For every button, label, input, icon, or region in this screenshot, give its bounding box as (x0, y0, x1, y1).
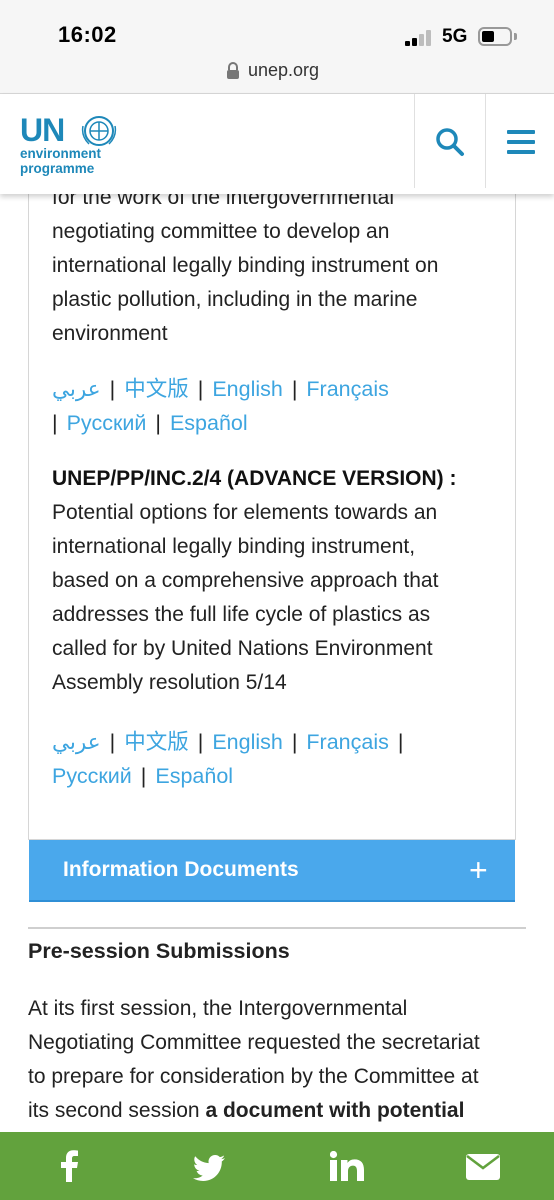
link-spanish[interactable]: Español (155, 764, 233, 788)
text-line: its second session (28, 1099, 206, 1122)
browser-url-bar[interactable]: unep.org (0, 56, 554, 94)
link-french[interactable]: Français (306, 730, 388, 754)
language-links: | Русский | Español (52, 406, 492, 440)
logo-environment-text: environment (20, 146, 102, 161)
url-text: unep.org (248, 60, 320, 80)
text-line: called for by United Nations Environment (52, 637, 433, 660)
un-emblem-icon (81, 116, 117, 146)
text-line: environment (52, 322, 168, 345)
language-links: عربي | 中文版 | English | Français | (52, 725, 492, 759)
language-links: عربي | 中文版 | English | Français (52, 372, 492, 406)
logo-programme-text: programme (20, 161, 95, 176)
text-line: At its first session, the Intergovernmen… (28, 997, 408, 1020)
unep-logo[interactable]: UN environment programme (20, 112, 120, 182)
separator: | (52, 411, 58, 435)
link-spanish[interactable]: Español (170, 411, 248, 435)
battery-tip (514, 33, 517, 40)
plus-icon[interactable]: + (469, 854, 488, 886)
status-time: 16:02 (58, 22, 117, 47)
linkedin-icon (330, 1151, 364, 1181)
separator: | (291, 730, 298, 754)
share-twitter-button[interactable] (138, 1132, 276, 1200)
email-icon (466, 1154, 500, 1180)
search-icon (436, 128, 464, 156)
section-divider (28, 927, 526, 929)
text-line: Assembly resolution 5/14 (52, 671, 287, 694)
link-arabic[interactable]: عربي (52, 730, 101, 754)
separator: | (197, 377, 204, 401)
separator: | (197, 730, 204, 754)
lock-icon (227, 62, 239, 79)
text-line: based on a comprehensive approach that (52, 569, 439, 592)
link-chinese[interactable]: 中文版 (124, 730, 189, 754)
site-header: UN environment programme (0, 94, 554, 194)
search-button[interactable] (416, 94, 484, 188)
header-divider (414, 94, 415, 188)
share-linkedin-button[interactable] (276, 1132, 414, 1200)
link-english[interactable]: English (212, 730, 283, 754)
language-links: Русский | Español (52, 759, 492, 793)
link-chinese[interactable]: 中文版 (124, 377, 189, 401)
document-description: for the work of the intergovernmental ne… (52, 181, 502, 351)
separator: | (155, 411, 161, 435)
section-heading: Pre-session Submissions (28, 939, 290, 963)
section-body: At its first session, the Intergovernmen… (28, 992, 528, 1128)
text-line: international legally binding instrument… (52, 535, 416, 558)
text-line: addresses the full life cycle of plastic… (52, 603, 431, 626)
share-email-button[interactable] (414, 1132, 552, 1200)
menu-button[interactable] (487, 94, 554, 188)
link-arabic[interactable]: عربي (52, 377, 101, 401)
text-line: Negotiating Committee requested the secr… (28, 1031, 480, 1054)
text-line: plastic pollution, including in the mari… (52, 288, 418, 311)
network-type: 5G (442, 26, 468, 47)
information-documents-accordion[interactable]: Information Documents + (29, 840, 515, 902)
separator: | (397, 730, 404, 754)
battery-icon (478, 27, 512, 46)
menu-icon (507, 130, 535, 154)
link-english[interactable]: English (212, 377, 283, 401)
header-divider (485, 94, 486, 188)
link-russian[interactable]: Русский (52, 764, 132, 788)
separator: | (140, 764, 147, 788)
signal-icon (405, 28, 435, 46)
text-line: to prepare for consideration by the Comm… (28, 1065, 479, 1088)
share-bar (0, 1132, 554, 1200)
separator: | (109, 730, 116, 754)
status-bar: 16:02 5G (0, 0, 554, 56)
text-line: international legally binding instrument… (52, 254, 439, 277)
text-line: Potential options for elements towards a… (52, 501, 438, 524)
link-french[interactable]: Français (306, 377, 388, 401)
separator: | (109, 377, 116, 401)
accordion-title: Information Documents (63, 858, 299, 881)
facebook-icon (61, 1150, 78, 1182)
logo-un-text: UN (20, 112, 65, 148)
bold-text: a document with potential (205, 1099, 465, 1122)
text-line: negotiating committee to develop an (52, 220, 390, 243)
document-entry: UNEP/PP/INC.2/4 (ADVANCE VERSION) : Pote… (52, 462, 502, 700)
twitter-icon (193, 1155, 225, 1181)
separator: | (291, 377, 298, 401)
link-russian[interactable]: Русский (67, 411, 147, 435)
document-code: UNEP/PP/INC.2/4 (ADVANCE VERSION) : (52, 467, 457, 490)
share-facebook-button[interactable] (0, 1132, 138, 1200)
